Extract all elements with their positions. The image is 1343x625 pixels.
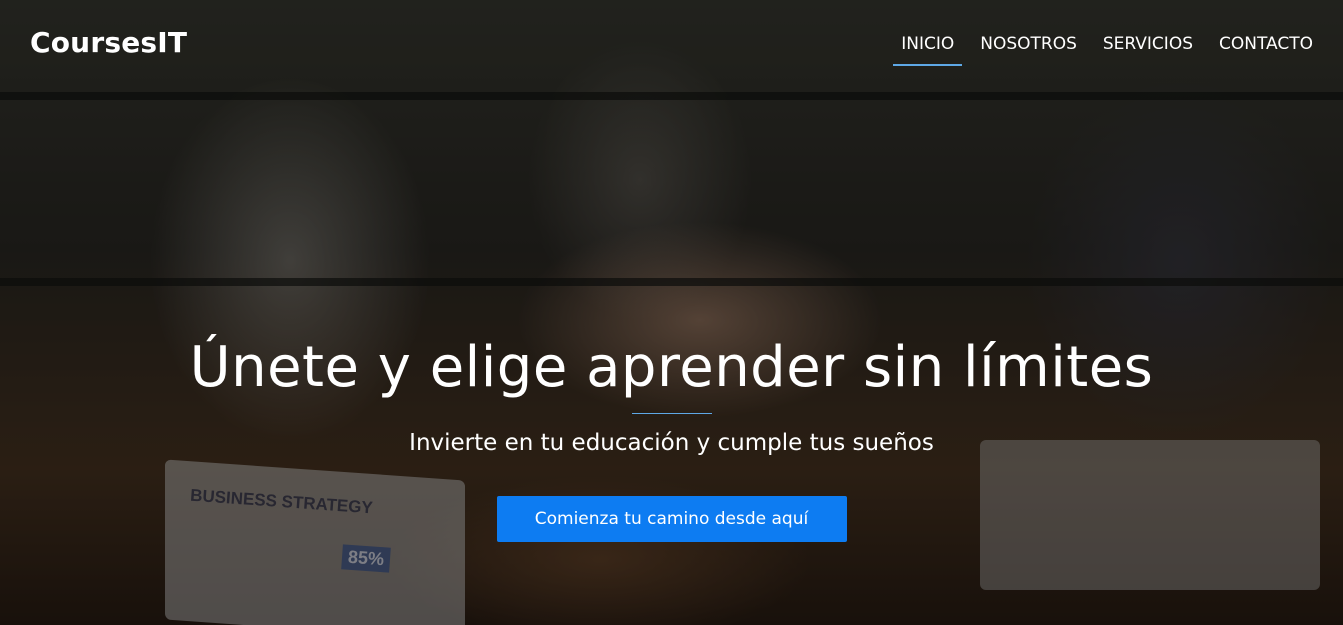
nav-item-nosotros[interactable]: NOSOTROS bbox=[980, 34, 1077, 54]
nav-item-contacto[interactable]: CONTACTO bbox=[1219, 34, 1313, 54]
hero-divider bbox=[631, 413, 712, 414]
brand-logo[interactable]: CoursesIT bbox=[30, 26, 187, 59]
nav-item-inicio[interactable]: INICIO bbox=[901, 34, 954, 54]
hero-section: BUSINESS STRATEGY 85% CoursesIT INICIO N… bbox=[0, 0, 1343, 625]
nav-menu: INICIO NOSOTROS SERVICIOS CONTACTO bbox=[875, 34, 1313, 54]
hero-subtitle: Invierte en tu educación y cumple tus su… bbox=[409, 430, 934, 456]
cta-button[interactable]: Comienza tu camino desde aquí bbox=[496, 496, 847, 542]
nav-item-servicios[interactable]: SERVICIOS bbox=[1103, 34, 1193, 54]
hero-title: Únete y elige aprender sin límites bbox=[189, 335, 1154, 400]
hero-content: Únete y elige aprender sin límites Invie… bbox=[0, 330, 1343, 542]
navbar: CoursesIT INICIO NOSOTROS SERVICIOS CONT… bbox=[0, 0, 1343, 90]
